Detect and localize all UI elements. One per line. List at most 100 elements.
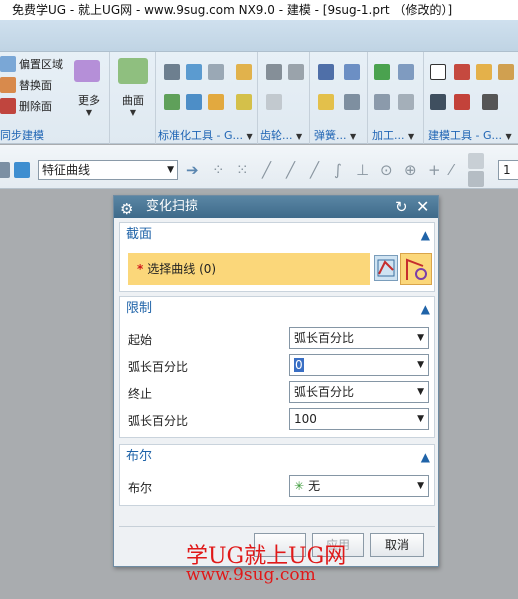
grid-icon[interactable] [468, 171, 484, 187]
collapse-icon[interactable]: ▲ [421, 297, 430, 321]
end-pct-label: 弧长百分比 [128, 414, 189, 428]
delete-face-button[interactable]: 删除面 [0, 98, 52, 114]
end-limit-select[interactable]: 弧长百分比 ▼ [289, 381, 429, 403]
modeling-tools-label[interactable]: 建模工具 - G... ▼ [428, 127, 512, 143]
tool-folder-icon[interactable] [208, 94, 224, 110]
machining-tool-icon[interactable] [398, 64, 414, 80]
perpendicular-icon[interactable]: ⊥ [356, 161, 369, 179]
machining-dropdown-icon: ▼ [408, 132, 415, 141]
spring-group-text: 弹簧... [314, 129, 347, 142]
reset-icon[interactable]: ↻ [395, 196, 408, 218]
slash-icon[interactable]: ⁄ [450, 161, 453, 179]
tool-cards-icon[interactable] [236, 94, 252, 110]
snap-grid-icon[interactable]: ⁙ [236, 161, 249, 179]
replace-face-icon [0, 77, 16, 93]
offset-region-icon [0, 56, 16, 72]
more-button[interactable]: 更多 ▼ [78, 92, 100, 117]
surface-button[interactable]: 曲面 ▼ [122, 92, 144, 117]
offset-region-button[interactable]: 偏置区域 [0, 56, 63, 72]
tool-dim-icon[interactable] [454, 94, 470, 110]
gear-tool2-icon[interactable] [288, 64, 304, 80]
filter-solid-icon[interactable] [14, 162, 30, 178]
variational-sweep-dialog: ⚙ 变化扫掠 ↻ ✕ 截面 ▲ * 选择曲线 (0) 限制 ▲ 起始 弧长百分比 … [113, 195, 439, 567]
curve-selector-button[interactable] [374, 255, 398, 281]
arrow-right-icon[interactable]: ➔ [186, 161, 199, 179]
end-pct-input[interactable]: 100 ▼ [289, 408, 429, 430]
sketch-section-button[interactable] [400, 253, 432, 285]
tool-tolerance-icon[interactable] [482, 94, 498, 110]
tool-pencil-icon[interactable] [236, 64, 252, 80]
start-label: 起始 [128, 333, 153, 347]
more-dropdown-icon: ▼ [85, 108, 93, 117]
start-pct-value: 0 [294, 358, 304, 372]
right-field[interactable]: 1 [498, 160, 518, 180]
crosshair-icon[interactable]: ⊕ [404, 161, 417, 179]
limits-header[interactable]: 限制 ▲ [120, 297, 434, 321]
boolean-select[interactable]: ✳ 无 ▼ [289, 475, 429, 497]
sync-group-label: 同步建模 [0, 129, 44, 142]
line-icon[interactable]: ╱ [262, 161, 271, 179]
tool-stack-icon[interactable] [186, 64, 202, 80]
collapse-icon[interactable]: ▲ [421, 445, 430, 469]
limits-group: 限制 ▲ 起始 弧长百分比 ▼ 弧长百分比 0 ▼ 终止 弧长百分比 ▼ 弧长百… [119, 296, 435, 438]
chevron-down-icon: ▼ [417, 360, 424, 370]
ribbon-group-modeling-tools: 建模工具 - G... ▼ [424, 52, 518, 144]
circle-icon[interactable]: ⊙ [380, 161, 393, 179]
machining-check-icon[interactable] [374, 64, 390, 80]
gear-group-label[interactable]: 齿轮... ▼ [260, 127, 302, 143]
end-limit-value: 弧长百分比 [294, 385, 355, 399]
triangle-tool-icon[interactable] [430, 64, 446, 80]
ribbon-group-machining: 加工... ▼ [368, 52, 424, 144]
curve-select-icon [377, 259, 395, 277]
start-pct-input[interactable]: 0 ▼ [289, 354, 429, 376]
boolean-header[interactable]: 布尔 ▲ [120, 445, 434, 469]
section-header[interactable]: 截面 ▲ [120, 223, 434, 247]
spring-group-label[interactable]: 弹簧... ▼ [314, 127, 356, 143]
end-label: 终止 [128, 387, 153, 401]
ribbon-tab-strip [0, 20, 518, 52]
spring-tool2-icon[interactable] [344, 64, 360, 80]
start-limit-select[interactable]: 弧长百分比 ▼ [289, 327, 429, 349]
machining-group-label[interactable]: 加工... ▼ [372, 127, 414, 143]
offset-region-label: 偏置区域 [19, 58, 63, 71]
filter-cube-icon[interactable] [0, 162, 10, 178]
table-tool-icon[interactable] [454, 64, 470, 80]
spring-tool-icon[interactable] [318, 64, 334, 80]
ribbon: 偏置区域 替换面 删除面 更多 ▼ 同步建模 曲面 ▼ 标准化工具 - G...… [0, 20, 518, 144]
more-label: 更多 [78, 94, 100, 107]
machining-tool3-icon[interactable] [398, 94, 414, 110]
tool-tree-icon[interactable] [164, 94, 180, 110]
collapse-icon[interactable]: ▲ [421, 223, 430, 247]
limits-header-label: 限制 [126, 301, 153, 316]
curve-icon[interactable]: ∫ [334, 161, 342, 179]
gear-icon[interactable]: ⚙ [120, 198, 133, 220]
view-icon[interactable] [468, 153, 484, 169]
chevron-down-icon: ▼ [167, 165, 174, 175]
spring-tool3-icon[interactable] [318, 94, 334, 110]
snap-dots-icon[interactable]: ⁘ [212, 161, 225, 179]
type-filter-select[interactable]: 特征曲线 ▼ [38, 160, 178, 180]
section-header-label: 截面 [126, 227, 153, 242]
select-curve-row[interactable]: * 选择曲线 (0) [128, 253, 370, 285]
tool-link-icon[interactable] [186, 94, 202, 110]
gear-tool3-icon[interactable] [266, 94, 282, 110]
tool-layers-icon[interactable] [208, 64, 224, 80]
section-group: 截面 ▲ * 选择曲线 (0) [119, 222, 435, 292]
gear-tool-icon[interactable] [266, 64, 282, 80]
line3-icon[interactable]: ╱ [310, 161, 319, 179]
plus-icon[interactable]: + [428, 161, 441, 179]
tool-grid-icon[interactable] [164, 64, 180, 80]
line2-icon[interactable]: ╱ [286, 161, 295, 179]
cancel-button[interactable]: 取消 [370, 533, 424, 557]
tool-bolt-icon[interactable] [476, 64, 492, 80]
dialog-title: 变化扫掠 [146, 199, 199, 214]
machining-tool2-icon[interactable] [374, 94, 390, 110]
replace-face-button[interactable]: 替换面 [0, 77, 52, 93]
spring-tool4-icon[interactable] [344, 94, 360, 110]
close-icon[interactable]: ✕ [416, 196, 429, 218]
standard-tools-label[interactable]: 标准化工具 - G... ▼ [158, 127, 253, 143]
dialog-title-bar[interactable]: ⚙ 变化扫掠 ↻ ✕ [114, 196, 438, 218]
chevron-down-icon: ▼ [417, 481, 424, 491]
tool-ruler-icon[interactable] [498, 64, 514, 80]
tool-list-icon[interactable] [430, 94, 446, 110]
